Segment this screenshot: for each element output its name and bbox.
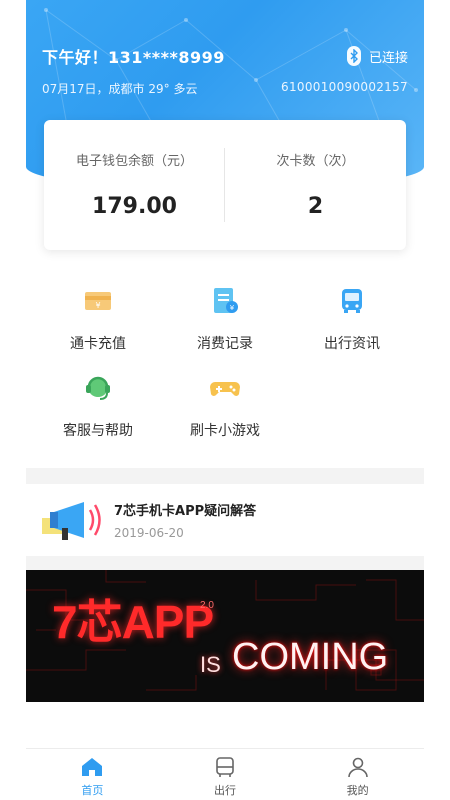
headset-icon — [86, 376, 110, 400]
bottom-tab-bar: 首页 出行 我的 — [26, 748, 424, 800]
feature-consumption-record[interactable]: ¥ 消费记录 — [159, 285, 291, 355]
feature-card-game[interactable]: 刷卡小游戏 — [159, 372, 291, 442]
svg-text:¥: ¥ — [230, 304, 235, 312]
home-icon — [82, 758, 103, 776]
bus-front-icon — [216, 757, 234, 777]
wallet-balance[interactable]: 电子钱包余额（元） 179.00 — [44, 120, 225, 250]
promo-banner[interactable]: 7芯APP 2.0 IS COMING — [26, 570, 424, 702]
wallet-balance-label: 电子钱包余额（元） — [75, 154, 193, 169]
greeting-text: 下午好！131****8999 — [42, 48, 225, 67]
tab-label: 出行 — [214, 784, 236, 797]
section-divider — [26, 556, 424, 570]
date-weather-text: 07月17日，成都市 29° 多云 — [42, 82, 198, 96]
feature-label: 刷卡小游戏 — [190, 423, 260, 439]
tab-label: 首页 — [81, 784, 104, 797]
bluetooth-status-label: 已连接 — [368, 50, 408, 66]
feature-customer-service[interactable]: 客服与帮助 — [32, 372, 164, 442]
feature-label: 出行资讯 — [324, 336, 380, 352]
wallet-balance-value: 179.00 — [92, 194, 177, 219]
balance-card: 电子钱包余额（元） 179.00 次卡数（次） 2 — [44, 120, 406, 250]
feature-label: 客服与帮助 — [63, 423, 133, 439]
ride-count-value: 2 — [307, 194, 324, 219]
feature-travel-info[interactable]: 出行资讯 — [286, 285, 418, 355]
bluetooth-icon — [346, 46, 361, 66]
person-icon — [347, 757, 368, 778]
bus-icon — [342, 289, 362, 313]
megaphone-icon — [42, 502, 101, 540]
banner-version: 2.0 — [200, 600, 214, 611]
feature-label: 通卡充值 — [70, 336, 126, 352]
news-date: 2019-06-20 — [114, 526, 184, 540]
tab-travel[interactable]: 出行 — [159, 749, 292, 800]
feature-label: 消费记录 — [197, 336, 253, 352]
ride-count-label: 次卡数（次） — [276, 154, 355, 169]
app-screen: 下午好！131****8999 已连接 07月17日，成都市 29° 多云 61… — [26, 0, 424, 800]
record-icon: ¥ — [214, 288, 238, 313]
tab-label: 我的 — [346, 784, 369, 797]
banner-coming: COMING — [232, 636, 389, 678]
section-divider — [26, 468, 424, 484]
gamepad-icon — [210, 382, 240, 396]
card-recharge-icon: ¥ — [85, 292, 111, 310]
banner-title: 7芯APP — [52, 596, 214, 648]
tab-home[interactable]: 首页 — [26, 749, 159, 800]
ride-count[interactable]: 次卡数（次） 2 — [225, 120, 406, 250]
tab-mine[interactable]: 我的 — [291, 749, 424, 800]
banner-is: IS — [200, 652, 221, 677]
card-number: 6100010090002157 — [281, 80, 408, 94]
svg-text:¥: ¥ — [95, 301, 100, 310]
bluetooth-status[interactable]: 已连接 — [346, 46, 408, 66]
feature-card-recharge[interactable]: ¥ 通卡充值 — [32, 285, 164, 355]
news-title: 7芯手机卡APP疑问解答 — [114, 504, 257, 519]
news-item[interactable]: 7芯手机卡APP疑问解答 2019-06-20 — [26, 484, 424, 552]
